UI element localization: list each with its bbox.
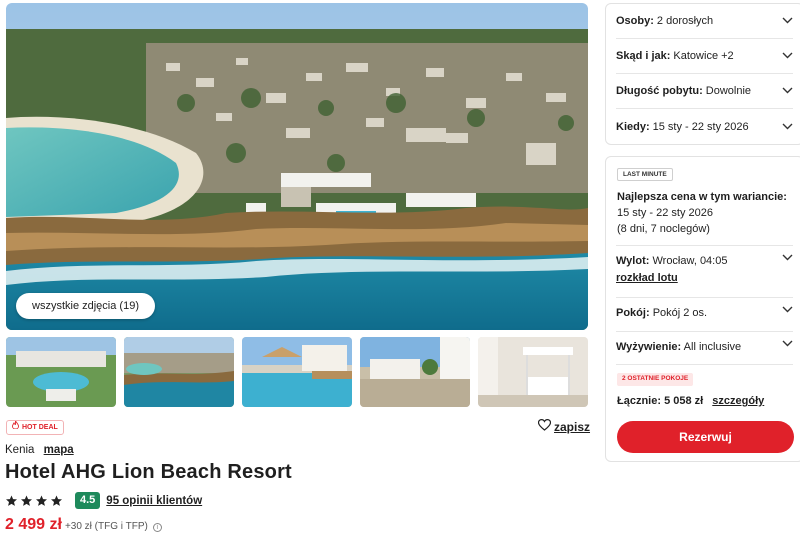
chevron-down-icon <box>782 17 793 24</box>
board-value: All inclusive <box>683 341 742 353</box>
flight-row[interactable]: Wylot: Wrocław, 04:05 rozkład lotu <box>616 254 793 284</box>
divider <box>616 331 793 332</box>
option-duration[interactable]: Długość pobytu: Dowolnie <box>616 74 793 109</box>
total-price: Łącznie: 5 058 zł szczegóły <box>617 395 764 407</box>
room-value: Pokój 2 os. <box>652 307 708 319</box>
rating-row: 4.5 95 opinii klientów <box>5 492 202 509</box>
reviews-link[interactable]: 95 opinii klientów <box>106 495 202 507</box>
best-price-title: Najlepsza cena w tym wariancie: <box>617 191 787 203</box>
best-price-dates: 15 sty - 22 sty 2026 <box>617 207 713 219</box>
map-link[interactable]: mapa <box>44 444 74 456</box>
all-photos-button[interactable]: wszystkie zdjęcia (19) <box>16 293 155 319</box>
divider <box>616 364 793 365</box>
chevron-down-icon <box>782 123 793 129</box>
option-key: Osoby: <box>616 15 654 27</box>
room-key: Pokój: <box>616 307 650 319</box>
option-dates[interactable]: Kiedy: 15 sty - 22 sty 2026 <box>616 109 793 144</box>
option-value: Dowolnie <box>705 85 752 97</box>
chevron-down-icon <box>782 306 793 313</box>
star-icon <box>21 495 32 506</box>
offer-panel: LAST MINUTE Najlepsza cena w tym warianc… <box>605 156 800 462</box>
divider <box>616 297 793 298</box>
divider <box>616 245 793 246</box>
rooms-left-badge: 2 OSTATNIE POKOJE <box>617 373 694 386</box>
location: Kenia mapa <box>5 444 74 456</box>
price: 2 499 zł <box>5 516 62 533</box>
best-price-nights: (8 dni, 7 noclegów) <box>617 223 710 235</box>
thumbnail-resort-building[interactable] <box>360 337 470 407</box>
search-options-panel: Osoby: 2 dorosłych Skąd i jak: Katowice … <box>605 3 800 145</box>
thumbnail-pool-loungers[interactable] <box>242 337 352 407</box>
chevron-down-icon <box>782 340 793 347</box>
hot-deal-label: HOT DEAL <box>22 424 58 431</box>
option-value: Katowice +2 <box>673 50 734 62</box>
score-badge: 4.5 <box>75 492 101 509</box>
details-link[interactable]: szczegóły <box>712 395 764 407</box>
heart-icon <box>537 418 552 434</box>
hotel-name: Hotel AHG Lion Beach Resort <box>5 461 292 483</box>
flight-schedule-link[interactable]: rozkład lotu <box>616 272 793 284</box>
flight-value: Wrocław, 04:05 <box>652 255 728 267</box>
room-row[interactable]: Pokój: Pokój 2 os. <box>616 306 793 319</box>
save-label: zapisz <box>554 419 591 434</box>
total-label: Łącznie: 5 058 zł <box>617 395 704 407</box>
info-icon[interactable]: i <box>152 523 162 532</box>
thumbnail-bedroom[interactable] <box>478 337 588 407</box>
option-key: Skąd i jak: <box>616 50 671 62</box>
star-rating <box>5 495 63 507</box>
last-minute-badge: LAST MINUTE <box>617 168 673 181</box>
best-price-info: Najlepsza cena w tym wariancie: 15 sty -… <box>617 189 787 237</box>
chevron-down-icon <box>782 52 793 59</box>
chevron-down-icon <box>782 87 793 94</box>
star-icon <box>36 495 47 506</box>
option-value: 2 dorosłych <box>656 15 714 27</box>
option-key: Kiedy: <box>616 120 650 133</box>
option-departure[interactable]: Skąd i jak: Katowice +2 <box>616 39 793 74</box>
location-country: Kenia <box>5 444 35 456</box>
thumbnail-strip <box>6 337 588 407</box>
price-extra: +30 zł (TFG i TFP) <box>64 521 148 532</box>
thumbnail-pool-area[interactable] <box>6 337 116 407</box>
board-key: Wyżywienie: <box>616 341 682 353</box>
book-button[interactable]: Rezerwuj <box>617 421 794 453</box>
flight-key: Wylot: <box>616 255 650 267</box>
star-icon <box>51 495 62 506</box>
option-key: Długość pobytu: <box>616 85 703 97</box>
save-button[interactable]: zapisz <box>537 418 591 434</box>
price-row: 2 499 zł +30 zł (TFG i TFP) i <box>5 516 162 534</box>
star-icon <box>6 495 17 506</box>
thumbnail-coastline[interactable] <box>124 337 234 407</box>
board-row[interactable]: Wyżywienie: All inclusive <box>616 340 793 353</box>
option-persons[interactable]: Osoby: 2 dorosłych <box>616 4 793 39</box>
main-photo[interactable] <box>6 3 588 330</box>
chevron-down-icon <box>782 254 793 261</box>
flame-icon <box>12 419 19 434</box>
hot-deal-badge: HOT DEAL <box>6 419 64 435</box>
option-value: 15 sty - 22 sty 2026 <box>652 120 749 133</box>
